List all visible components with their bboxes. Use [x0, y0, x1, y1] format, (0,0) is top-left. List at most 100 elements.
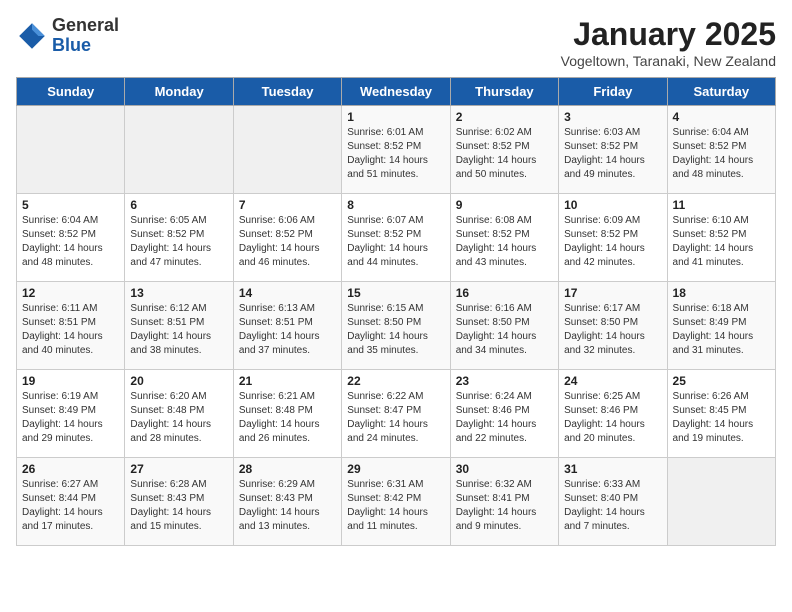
- day-info: Sunrise: 6:27 AMSunset: 8:44 PMDaylight:…: [22, 478, 119, 534]
- day-number: 6: [130, 198, 227, 212]
- calendar-cell: 25 Sunrise: 6:26 AMSunset: 8:45 PMDayligh…: [667, 370, 775, 458]
- day-info: Sunrise: 6:26 AMSunset: 8:45 PMDaylight:…: [673, 390, 770, 446]
- logo-icon: [16, 20, 48, 52]
- location: Vogeltown, Taranaki, New Zealand: [561, 53, 776, 69]
- day-number: 18: [673, 286, 770, 300]
- day-number: 12: [22, 286, 119, 300]
- calendar-cell: 5Sunrise: 6:04 AMSunset: 8:52 PMDaylight…: [17, 194, 125, 282]
- day-info: Sunrise: 6:13 AMSunset: 8:51 PMDaylight:…: [239, 302, 336, 358]
- calendar-week-1: 1 Sunrise: 6:01 AMSunset: 8:52 PMDaylight…: [17, 106, 776, 194]
- logo-general-text: General: [52, 16, 119, 36]
- day-number: 23: [456, 374, 553, 388]
- day-number: 15: [347, 286, 444, 300]
- day-info: Sunrise: 6:06 AMSunset: 8:52 PMDaylight:…: [239, 214, 336, 270]
- calendar-cell: 7 Sunrise: 6:06 AMSunset: 8:52 PMDaylight…: [233, 194, 341, 282]
- day-number: 22: [347, 374, 444, 388]
- day-info: Sunrise: 6:09 AMSunset: 8:52 PMDaylight:…: [564, 214, 661, 270]
- day-info: Sunrise: 6:15 AMSunset: 8:50 PMDaylight:…: [347, 302, 444, 358]
- calendar-week-4: 19Sunrise: 6:19 AMSunset: 8:49 PMDayligh…: [17, 370, 776, 458]
- day-number: 4: [673, 110, 770, 124]
- day-info: Sunrise: 6:18 AMSunset: 8:49 PMDaylight:…: [673, 302, 770, 358]
- calendar-cell: [17, 106, 125, 194]
- calendar-cell: [233, 106, 341, 194]
- weekday-header-saturday: Saturday: [667, 78, 775, 106]
- calendar-cell: 4 Sunrise: 6:04 AMSunset: 8:52 PMDaylight…: [667, 106, 775, 194]
- day-number: 29: [347, 462, 444, 476]
- calendar-cell: 22 Sunrise: 6:22 AMSunset: 8:47 PMDayligh…: [342, 370, 450, 458]
- calendar-cell: 20Sunrise: 6:20 AMSunset: 8:48 PMDayligh…: [125, 370, 233, 458]
- calendar-week-5: 26Sunrise: 6:27 AMSunset: 8:44 PMDayligh…: [17, 458, 776, 546]
- day-number: 30: [456, 462, 553, 476]
- day-number: 13: [130, 286, 227, 300]
- calendar-cell: 24 Sunrise: 6:25 AMSunset: 8:46 PMDayligh…: [559, 370, 667, 458]
- day-info: Sunrise: 6:11 AMSunset: 8:51 PMDaylight:…: [22, 302, 119, 358]
- day-info: Sunrise: 6:25 AMSunset: 8:46 PMDaylight:…: [564, 390, 661, 446]
- calendar-cell: 18 Sunrise: 6:18 AMSunset: 8:49 PMDayligh…: [667, 282, 775, 370]
- title-block: January 2025 Vogeltown, Taranaki, New Ze…: [561, 16, 776, 69]
- weekday-header-tuesday: Tuesday: [233, 78, 341, 106]
- day-info: Sunrise: 6:08 AMSunset: 8:52 PMDaylight:…: [456, 214, 553, 270]
- day-info: Sunrise: 6:19 AMSunset: 8:49 PMDaylight:…: [22, 390, 119, 446]
- day-number: 20: [130, 374, 227, 388]
- calendar-cell: 11Sunrise: 6:10 AMSunset: 8:52 PMDayligh…: [667, 194, 775, 282]
- calendar-cell: 19Sunrise: 6:19 AMSunset: 8:49 PMDayligh…: [17, 370, 125, 458]
- calendar-cell: 29Sunrise: 6:31 AMSunset: 8:42 PMDayligh…: [342, 458, 450, 546]
- day-number: 24: [564, 374, 661, 388]
- logo-blue-text: Blue: [52, 36, 119, 56]
- calendar-cell: 27Sunrise: 6:28 AMSunset: 8:43 PMDayligh…: [125, 458, 233, 546]
- day-number: 27: [130, 462, 227, 476]
- calendar-cell: [667, 458, 775, 546]
- day-number: 28: [239, 462, 336, 476]
- day-info: Sunrise: 6:29 AMSunset: 8:43 PMDaylight:…: [239, 478, 336, 534]
- day-info: Sunrise: 6:07 AMSunset: 8:52 PMDaylight:…: [347, 214, 444, 270]
- day-number: 25: [673, 374, 770, 388]
- calendar-cell: 23 Sunrise: 6:24 AMSunset: 8:46 PMDayligh…: [450, 370, 558, 458]
- calendar-cell: [125, 106, 233, 194]
- day-number: 16: [456, 286, 553, 300]
- calendar-week-2: 5Sunrise: 6:04 AMSunset: 8:52 PMDaylight…: [17, 194, 776, 282]
- calendar-cell: 30 Sunrise: 6:32 AMSunset: 8:41 PMDayligh…: [450, 458, 558, 546]
- calendar-cell: 28 Sunrise: 6:29 AMSunset: 8:43 PMDayligh…: [233, 458, 341, 546]
- logo-text: General Blue: [52, 16, 119, 56]
- calendar-cell: 9Sunrise: 6:08 AMSunset: 8:52 PMDaylight…: [450, 194, 558, 282]
- day-number: 5: [22, 198, 119, 212]
- day-number: 2: [456, 110, 553, 124]
- day-number: 7: [239, 198, 336, 212]
- day-info: Sunrise: 6:22 AMSunset: 8:47 PMDaylight:…: [347, 390, 444, 446]
- weekday-header-friday: Friday: [559, 78, 667, 106]
- logo: General Blue: [16, 16, 119, 56]
- day-info: Sunrise: 6:32 AMSunset: 8:41 PMDaylight:…: [456, 478, 553, 534]
- calendar-cell: 6 Sunrise: 6:05 AMSunset: 8:52 PMDaylight…: [125, 194, 233, 282]
- day-info: Sunrise: 6:05 AMSunset: 8:52 PMDaylight:…: [130, 214, 227, 270]
- month-title: January 2025: [561, 16, 776, 53]
- calendar-cell: 15 Sunrise: 6:15 AMSunset: 8:50 PMDayligh…: [342, 282, 450, 370]
- weekday-header-wednesday: Wednesday: [342, 78, 450, 106]
- day-info: Sunrise: 6:04 AMSunset: 8:52 PMDaylight:…: [673, 126, 770, 182]
- day-number: 8: [347, 198, 444, 212]
- day-number: 10: [564, 198, 661, 212]
- calendar-cell: 14 Sunrise: 6:13 AMSunset: 8:51 PMDayligh…: [233, 282, 341, 370]
- weekday-row: SundayMondayTuesdayWednesdayThursdayFrid…: [17, 78, 776, 106]
- day-number: 1: [347, 110, 444, 124]
- day-info: Sunrise: 6:21 AMSunset: 8:48 PMDaylight:…: [239, 390, 336, 446]
- calendar-cell: 16 Sunrise: 6:16 AMSunset: 8:50 PMDayligh…: [450, 282, 558, 370]
- day-info: Sunrise: 6:33 AMSunset: 8:40 PMDaylight:…: [564, 478, 661, 534]
- day-info: Sunrise: 6:02 AMSunset: 8:52 PMDaylight:…: [456, 126, 553, 182]
- day-number: 31: [564, 462, 661, 476]
- calendar-cell: 2 Sunrise: 6:02 AMSunset: 8:52 PMDaylight…: [450, 106, 558, 194]
- weekday-header-thursday: Thursday: [450, 78, 558, 106]
- calendar-cell: 31 Sunrise: 6:33 AMSunset: 8:40 PMDayligh…: [559, 458, 667, 546]
- day-info: Sunrise: 6:24 AMSunset: 8:46 PMDaylight:…: [456, 390, 553, 446]
- calendar-cell: 21 Sunrise: 6:21 AMSunset: 8:48 PMDayligh…: [233, 370, 341, 458]
- day-info: Sunrise: 6:16 AMSunset: 8:50 PMDaylight:…: [456, 302, 553, 358]
- calendar-week-3: 12 Sunrise: 6:11 AMSunset: 8:51 PMDayligh…: [17, 282, 776, 370]
- calendar-body: 1 Sunrise: 6:01 AMSunset: 8:52 PMDaylight…: [17, 106, 776, 546]
- day-number: 14: [239, 286, 336, 300]
- page-header: General Blue January 2025 Vogeltown, Tar…: [16, 16, 776, 69]
- day-number: 21: [239, 374, 336, 388]
- calendar-cell: 17Sunrise: 6:17 AMSunset: 8:50 PMDayligh…: [559, 282, 667, 370]
- calendar-cell: 3Sunrise: 6:03 AMSunset: 8:52 PMDaylight…: [559, 106, 667, 194]
- weekday-header-sunday: Sunday: [17, 78, 125, 106]
- calendar-cell: 26Sunrise: 6:27 AMSunset: 8:44 PMDayligh…: [17, 458, 125, 546]
- day-info: Sunrise: 6:01 AMSunset: 8:52 PMDaylight:…: [347, 126, 444, 182]
